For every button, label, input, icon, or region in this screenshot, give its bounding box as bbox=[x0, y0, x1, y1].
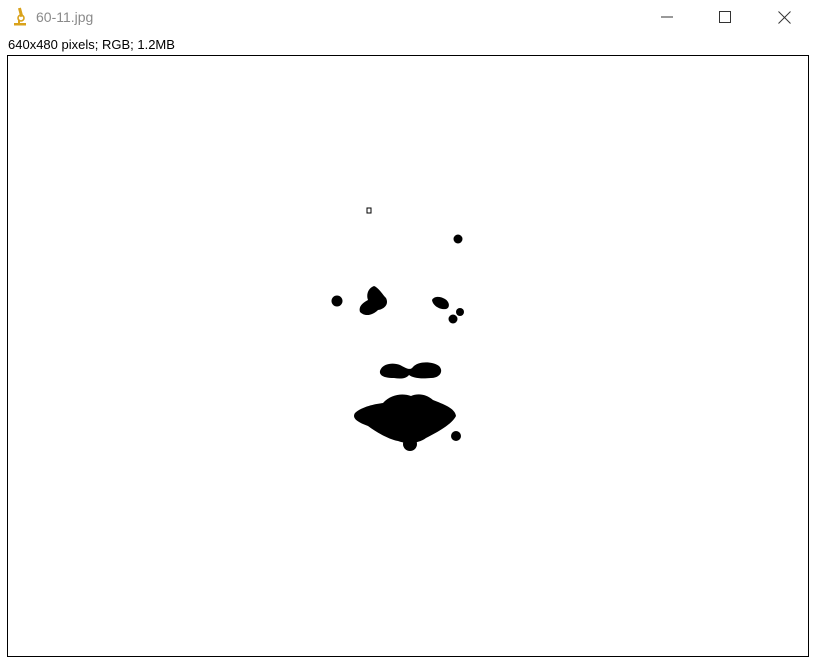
blob-left-eye bbox=[359, 286, 388, 316]
image-canvas[interactable] bbox=[7, 55, 809, 657]
minimize-icon bbox=[661, 11, 673, 23]
blob-dot bbox=[448, 314, 458, 324]
window-title: 60-11.jpg bbox=[36, 9, 94, 25]
image-window: 60-11.jpg 640x480 pixels; RGB; 1.2MB bbox=[0, 0, 815, 660]
blob-dot bbox=[403, 437, 417, 451]
maximize-icon bbox=[719, 11, 731, 23]
blob-dot bbox=[453, 234, 463, 244]
blob-dot bbox=[331, 295, 343, 307]
minimize-button[interactable] bbox=[638, 0, 696, 34]
blob-right-eye bbox=[432, 296, 449, 310]
maximize-button[interactable] bbox=[696, 0, 754, 34]
microscope-icon bbox=[12, 7, 28, 27]
blob-dot bbox=[451, 431, 461, 441]
blob-upper-lip bbox=[379, 362, 442, 379]
image-info-line: 640x480 pixels; RGB; 1.2MB bbox=[8, 37, 175, 52]
close-icon bbox=[777, 10, 791, 24]
close-button[interactable] bbox=[755, 0, 813, 34]
blob-mouth bbox=[354, 394, 456, 443]
binary-image bbox=[331, 207, 464, 451]
title-bar[interactable]: 60-11.jpg bbox=[0, 0, 815, 34]
speck bbox=[366, 207, 372, 214]
blob-dot bbox=[456, 308, 464, 316]
